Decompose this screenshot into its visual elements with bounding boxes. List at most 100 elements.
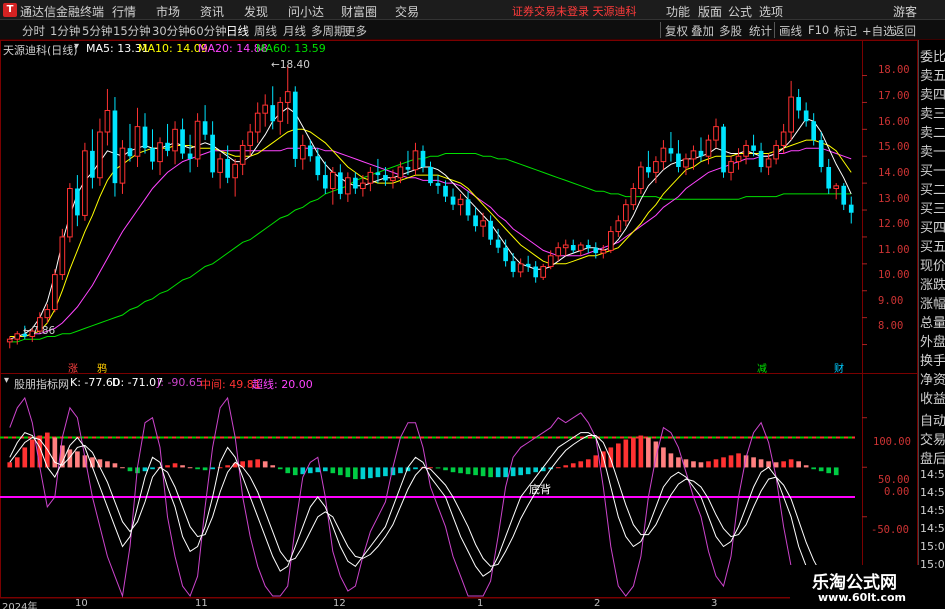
side-item[interactable]: 外盘: [920, 331, 945, 350]
menu-ask[interactable]: 问小达: [288, 3, 324, 20]
side-item[interactable]: 委比: [920, 46, 945, 65]
price-tick: 8.00: [878, 320, 904, 332]
stock-name: 天源迪科(日线): [3, 44, 78, 57]
candle-up: [217, 158, 223, 173]
side-item[interactable]: 净资: [920, 369, 945, 388]
side-item[interactable]: 盘后: [920, 448, 945, 467]
candle-down: [383, 175, 388, 181]
side-item[interactable]: 涨跌: [920, 274, 945, 293]
candle-up: [600, 249, 607, 254]
trade-time: 14:56: [920, 486, 945, 499]
indicator-toggle-icon[interactable]: ▾: [4, 375, 9, 386]
f10-button[interactable]: F10: [808, 23, 829, 37]
tab-multi-period[interactable]: 多周期: [311, 23, 346, 39]
event-zhang[interactable]: 涨: [68, 360, 78, 375]
candle-up: [653, 161, 659, 173]
date-tick: 12: [333, 598, 346, 609]
statistics-button[interactable]: 统计: [749, 23, 772, 39]
side-item[interactable]: 买四: [920, 217, 945, 236]
indicator-bar: [353, 467, 358, 480]
candle-down: [721, 126, 726, 173]
legend-d: D: -71.07: [112, 376, 164, 389]
side-item[interactable]: 收益: [920, 388, 945, 407]
side-item[interactable]: 买五: [920, 236, 945, 255]
indicator-bar: [150, 467, 155, 470]
menu-layout[interactable]: 版面: [698, 3, 722, 20]
indicator-bar: [473, 467, 478, 476]
tab-more[interactable]: 更多: [344, 23, 367, 39]
guest-label[interactable]: 游客: [893, 3, 917, 20]
candle-up: [67, 188, 73, 238]
candle-up: [412, 150, 419, 171]
side-item[interactable]: 总量: [920, 312, 945, 331]
indicator-bar: [277, 467, 283, 470]
kline-chart[interactable]: [0, 40, 918, 600]
event-cai[interactable]: 财: [834, 360, 844, 375]
menu-news[interactable]: 资讯: [200, 3, 224, 20]
menu-wealth[interactable]: 财富圈: [341, 3, 377, 20]
menu-board[interactable]: 市场: [156, 3, 180, 20]
tab-60min[interactable]: 60分钟: [189, 23, 227, 39]
side-item[interactable]: 买三: [920, 198, 945, 217]
indicator-bar: [270, 465, 276, 468]
candle-up: [577, 244, 584, 251]
menu-options[interactable]: 选项: [759, 3, 783, 20]
multi-stock-button[interactable]: 多股: [719, 23, 742, 39]
indicator-bar: [428, 467, 433, 469]
indicator-bar: [375, 467, 381, 478]
side-item[interactable]: 交易: [920, 429, 945, 448]
side-item[interactable]: 涨幅: [920, 293, 945, 312]
tab-monthly[interactable]: 月线: [283, 23, 306, 39]
tab-1min[interactable]: 1分钟: [50, 23, 80, 39]
side-item[interactable]: 买一: [920, 160, 945, 179]
overlay-button[interactable]: 叠加: [691, 23, 714, 39]
side-item[interactable]: 卖二: [920, 122, 945, 141]
side-item[interactable]: 卖四: [920, 84, 945, 103]
event-jian[interactable]: 减: [757, 360, 767, 375]
menu-function[interactable]: 功能: [666, 3, 690, 20]
indicator-bar: [383, 467, 388, 477]
price-tick: 10.00: [878, 269, 910, 281]
candle-down: [510, 261, 516, 272]
price-tick: 17.00: [878, 90, 910, 102]
tab-5min[interactable]: 5分钟: [82, 23, 112, 39]
indicator-bar: [676, 457, 681, 468]
tab-weekly[interactable]: 周线: [254, 23, 277, 39]
candle-down: [668, 148, 674, 154]
side-item[interactable]: 现价: [920, 255, 945, 274]
side-item[interactable]: 换手: [920, 350, 945, 369]
draw-line-button[interactable]: 画线: [779, 23, 802, 39]
indicator-bar: [788, 459, 794, 468]
legend-toggle-icon[interactable]: ▾: [74, 41, 79, 52]
candle-up: [773, 144, 779, 160]
indicator-bar: [826, 467, 832, 474]
price-tick: 14.00: [878, 167, 910, 179]
tab-30min[interactable]: 30分钟: [152, 23, 190, 39]
event-yang[interactable]: 鸦: [97, 360, 107, 375]
candle-down: [150, 148, 155, 162]
adjust-button[interactable]: 复权: [665, 23, 688, 39]
back-button[interactable]: 返回: [893, 23, 916, 39]
tab-intraday[interactable]: 分时: [22, 23, 45, 39]
candle-up: [728, 161, 734, 173]
date-tick: 10: [75, 598, 88, 609]
menu-discover[interactable]: 发现: [244, 3, 268, 20]
indicator-name[interactable]: 股朋指标网: [14, 376, 69, 392]
low-arrow-icon: ←: [23, 325, 32, 337]
menu-trade[interactable]: 交易: [395, 3, 419, 20]
candle-down: [495, 239, 501, 248]
menu-market[interactable]: 行情: [112, 3, 136, 20]
side-item[interactable]: 买二: [920, 179, 945, 198]
mark-button[interactable]: 标记: [834, 23, 857, 39]
side-item[interactable]: 卖一: [920, 141, 945, 160]
add-watchlist-button[interactable]: +自选: [862, 23, 895, 39]
watermark-url: www.60lt.com: [818, 591, 907, 604]
menu-formula[interactable]: 公式: [728, 3, 752, 20]
side-item[interactable]: 卖五: [920, 65, 945, 84]
side-item[interactable]: 自动: [920, 410, 945, 429]
indicator-bar: [255, 459, 261, 468]
tab-daily[interactable]: 日线: [226, 23, 249, 39]
side-item[interactable]: 卖三: [920, 103, 945, 122]
tab-15min[interactable]: 15分钟: [113, 23, 151, 39]
chart-area[interactable]: 天源迪科(日线) ▾ MA5: 13.31 MA10: 14.09 MA20: …: [0, 40, 918, 600]
